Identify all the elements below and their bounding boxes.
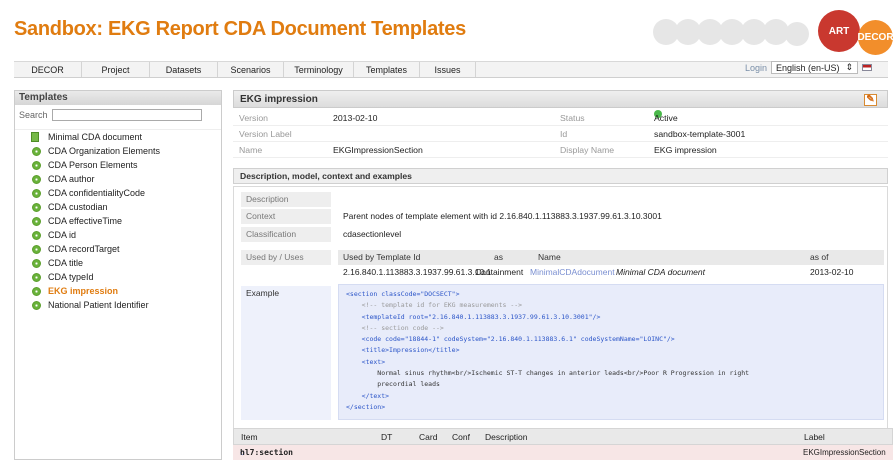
template-icon: [32, 231, 41, 240]
templates-sidebar: Templates Search Minimal CDA document CD…: [14, 90, 222, 460]
tree-item-cda-effectivetime[interactable]: CDA effectiveTime: [15, 214, 221, 228]
context-label: Context: [241, 209, 331, 224]
brand-circles: ART DECOR: [650, 6, 893, 56]
tree-item-cda-author[interactable]: CDA author: [15, 172, 221, 186]
menu-terminology[interactable]: Terminology: [284, 62, 354, 77]
template-tree: Minimal CDA document CDA Organization El…: [15, 129, 221, 312]
tree-item-cda-title[interactable]: CDA title: [15, 256, 221, 270]
tree-item-cda-person[interactable]: CDA Person Elements: [15, 158, 221, 172]
context-value: Parent nodes of template element with id…: [343, 211, 662, 221]
template-detail-panel: EKG impression ✎ Version 2013-02-10 Stat…: [233, 90, 888, 460]
tree-item-national-patient-id[interactable]: National Patient Identifier: [15, 298, 221, 312]
element-table: Item DT Card Conf Description Label ◇ hl…: [233, 428, 893, 460]
template-icon: [32, 259, 41, 268]
template-icon: [32, 273, 41, 282]
template-icon: [32, 217, 41, 226]
menu-issues[interactable]: Issues: [420, 62, 476, 77]
usedby-header: Used by Template Id as Name as of: [338, 250, 884, 265]
usedby-row: 2.16.840.1.113883.3.1937.99.61.3.10.1 Co…: [338, 265, 884, 280]
art-logo[interactable]: ART: [818, 10, 860, 52]
template-icon: [32, 301, 41, 310]
menu-scenarios[interactable]: Scenarios: [218, 62, 284, 77]
tree-item-cda-organization[interactable]: CDA Organization Elements: [15, 144, 221, 158]
tree-item-ekg-impression[interactable]: EKG impression: [15, 284, 221, 298]
chevron-updown-icon: ⇕: [845, 62, 854, 72]
language-select[interactable]: English (en-US) ⇕: [771, 61, 859, 74]
template-icon: [32, 161, 41, 170]
tree-item-cda-custodian[interactable]: CDA custodian: [15, 200, 221, 214]
template-icon: [32, 147, 41, 156]
example-label: Example: [241, 286, 331, 420]
template-metadata: Version 2013-02-10 Status Active Version…: [233, 110, 888, 158]
sidebar-title: Templates: [15, 91, 221, 105]
app-root: Sandbox: EKG Report CDA Document Templat…: [0, 0, 893, 460]
menu-decor[interactable]: DECOR: [14, 62, 82, 77]
panel-title: EKG impression ✎: [233, 90, 888, 108]
search-label: Search: [19, 110, 48, 120]
menu-project[interactable]: Project: [82, 62, 150, 77]
details-header: Description, model, context and examples: [233, 168, 888, 184]
search-area: Search: [19, 109, 202, 121]
template-icon: [32, 175, 41, 184]
tree-item-cda-typeid[interactable]: CDA typeId: [15, 270, 221, 284]
template-icon: [32, 189, 41, 198]
menu-datasets[interactable]: Datasets: [150, 62, 218, 77]
tree-item-cda-confidentiality[interactable]: CDA confidentialityCode: [15, 186, 221, 200]
tree-item-cda-id[interactable]: CDA id: [15, 228, 221, 242]
tree-item-cda-recordtarget[interactable]: CDA recordTarget: [15, 242, 221, 256]
menu-templates[interactable]: Templates: [354, 62, 420, 77]
classification-label: Classification: [241, 227, 331, 242]
language-area: Login English (en-US) ⇕: [745, 61, 887, 74]
template-icon: [32, 245, 41, 254]
example-code-block: <section classCode="DOCSECT"> <!-- templ…: [338, 284, 884, 420]
description-label: Description: [241, 192, 331, 207]
template-icon: [32, 287, 41, 296]
flag-icon: [862, 64, 873, 71]
page-title: Sandbox: EKG Report CDA Document Templat…: [14, 18, 466, 40]
login-link[interactable]: Login: [745, 63, 767, 73]
element-table-header: Item DT Card Conf Description Label: [233, 428, 893, 445]
search-input[interactable]: [51, 109, 202, 121]
decor-logo[interactable]: DECOR: [857, 20, 893, 55]
document-icon: [31, 132, 39, 142]
usedby-table: Used by Template Id as Name as of 2.16.8…: [338, 250, 884, 280]
usedby-label: Used by / Uses: [241, 250, 331, 265]
template-icon: [32, 203, 41, 212]
element-row[interactable]: ◇ hl7:section EKGImpressionSection: [233, 445, 893, 460]
tree-item-minimal-cda[interactable]: Minimal CDA document: [15, 130, 221, 144]
classification-value: cdasectionlevel: [343, 229, 402, 239]
usedby-name-link[interactable]: MinimalCDAdocument: [530, 265, 615, 280]
edit-icon[interactable]: ✎: [864, 94, 877, 106]
details-body: Description Context Parent nodes of temp…: [233, 186, 888, 434]
